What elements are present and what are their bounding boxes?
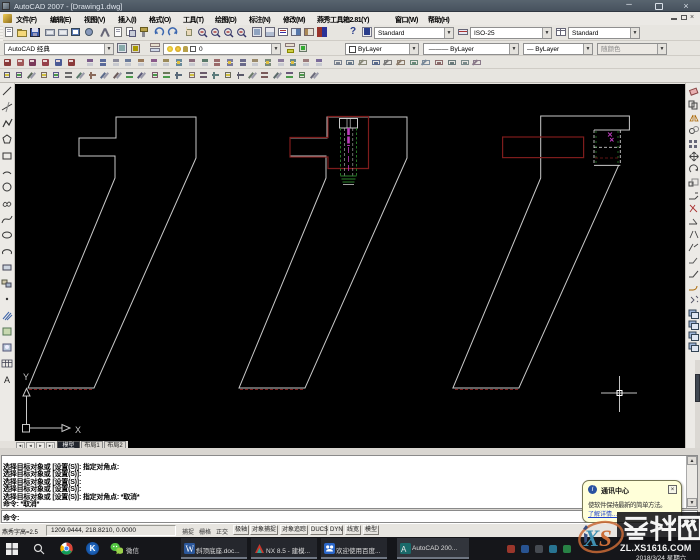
svg-text:A: A bbox=[401, 545, 407, 554]
svg-text:W: W bbox=[186, 544, 195, 554]
svg-text:X: X bbox=[75, 425, 81, 435]
svg-text:A: A bbox=[4, 375, 10, 385]
svg-text:Y: Y bbox=[23, 372, 29, 382]
svg-text:S: S bbox=[599, 526, 612, 551]
